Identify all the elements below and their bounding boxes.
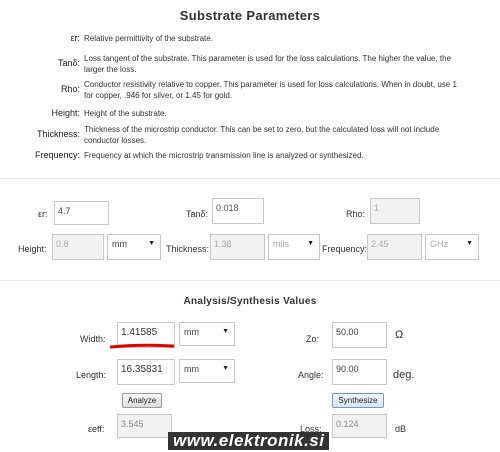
section-divider (0, 280, 500, 281)
chevron-down-icon: ▼ (466, 240, 473, 247)
er-input[interactable]: 4.7 (54, 201, 109, 225)
chevron-down-icon: ▼ (222, 328, 229, 335)
height-unit-value: mm (112, 239, 127, 249)
definition-text: Frequency at which the microstrip transm… (84, 151, 364, 160)
watermark: www.elektronik.si (168, 432, 330, 450)
analysis-title: Analysis/Synthesis Values (183, 296, 317, 307)
loss-unit: dB (395, 424, 407, 434)
zo-unit: Ω (395, 329, 404, 341)
thickness-unit-select[interactable]: mils ▼ (268, 234, 320, 260)
angle-input[interactable]: 90.00 (332, 359, 387, 385)
definition-term: Tanδ: (57, 58, 80, 68)
chevron-down-icon: ▼ (222, 365, 229, 372)
width-unit-select[interactable]: mm ▼ (179, 322, 235, 346)
er-label: εr: (38, 209, 48, 219)
zo-input[interactable]: 50.00 (332, 322, 387, 348)
zo-label: Zo: (306, 334, 320, 344)
length-unit-value: mm (184, 364, 199, 374)
width-unit-value: mm (184, 327, 199, 337)
thickness-input[interactable]: 1.38 (210, 234, 265, 260)
section-divider (0, 178, 500, 179)
angle-unit: deg. (393, 369, 415, 381)
length-label: Length: (76, 370, 107, 380)
frequency-label: Frequency: (322, 244, 368, 254)
thickness-unit-value: mils (273, 239, 289, 249)
height-unit-select[interactable]: mm ▼ (107, 234, 161, 260)
definition-term: Thickness: (36, 129, 80, 139)
definition-text: Thickness of the microstrip conductor. T… (84, 125, 440, 145)
length-unit-select[interactable]: mm ▼ (179, 359, 235, 383)
tand-input[interactable]: 0.018 (212, 198, 264, 224)
eeff-label: εeff: (88, 424, 105, 434)
definition-term: Height: (51, 108, 80, 118)
loss-output: 0.124 (332, 414, 387, 438)
angle-label: Angle: (298, 370, 324, 380)
definition-text: Loss tangent of the substrate. This para… (84, 54, 452, 74)
chevron-down-icon: ▼ (307, 240, 314, 247)
highlight-underline (110, 343, 174, 349)
definition-term: Frequency: (34, 150, 80, 160)
definition-term: εr: (70, 33, 80, 43)
frequency-unit-select[interactable]: GHz ▼ (425, 234, 479, 260)
rho-label: Rho: (346, 209, 366, 219)
width-label: Width: (80, 334, 106, 344)
frequency-input[interactable]: 2.45 (367, 234, 422, 260)
definition-text: Height of the substrate. (84, 109, 167, 118)
thickness-label: Thickness: (166, 244, 210, 254)
eeff-output: 3.545 (117, 414, 172, 438)
tand-label: Tanδ: (186, 209, 209, 219)
length-input[interactable]: 16.35831 (117, 359, 175, 385)
height-label: Height: (18, 244, 47, 254)
definition-term: Rho: (60, 84, 80, 94)
chevron-down-icon: ▼ (148, 240, 155, 247)
substrate-title: Substrate Parameters (179, 8, 321, 23)
definition-text: Relative permittivity of the substrate. (84, 34, 213, 43)
rho-input[interactable]: 1 (370, 198, 420, 224)
synthesize-button[interactable]: Synthesize (332, 393, 384, 408)
frequency-unit-value: GHz (430, 239, 448, 249)
definition-text: Conductor resistivity relative to copper… (84, 80, 457, 100)
height-input[interactable]: 0.8 (52, 234, 104, 260)
analyze-button[interactable]: Analyze (122, 393, 162, 408)
